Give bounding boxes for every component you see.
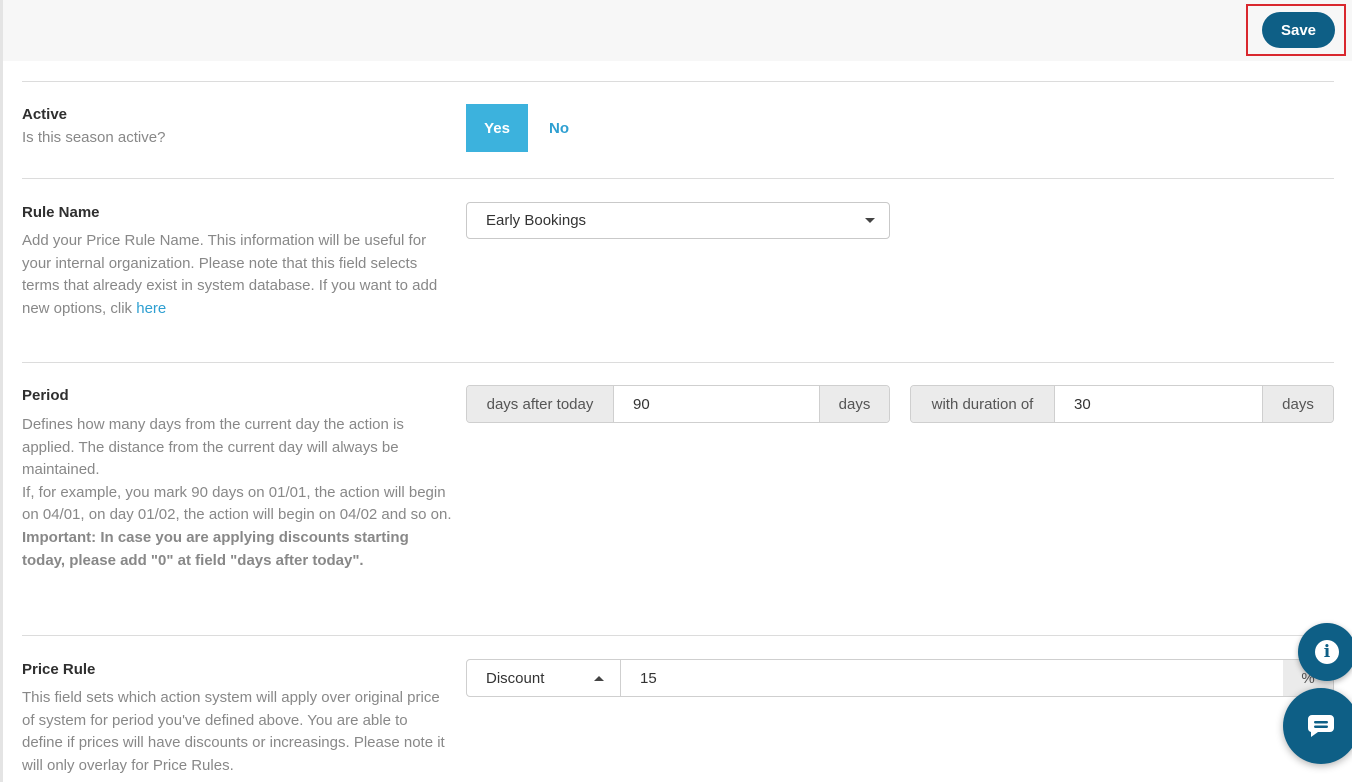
rule-name-description-text: Add your Price Rule Name. This informati… bbox=[22, 232, 438, 317]
info-button[interactable]: i bbox=[1298, 623, 1352, 681]
active-description: Is this season active? bbox=[22, 129, 166, 146]
days-after-today-suffix: days bbox=[819, 386, 889, 422]
period-description-text: Defines how many days from the current d… bbox=[22, 416, 404, 479]
active-label: Active bbox=[22, 106, 68, 123]
top-toolbar bbox=[3, 0, 1352, 61]
days-after-today-prefix: days after today bbox=[467, 386, 614, 422]
divider bbox=[22, 178, 1334, 179]
duration-input[interactable]: 30 bbox=[1055, 386, 1262, 422]
active-no-toggle[interactable]: No bbox=[530, 104, 588, 152]
add-options-link[interactable]: here bbox=[136, 300, 166, 317]
chat-icon bbox=[1307, 715, 1334, 737]
period-label: Period bbox=[22, 387, 69, 404]
days-after-today-group: days after today 90 days bbox=[466, 385, 890, 423]
info-icon: i bbox=[1315, 640, 1339, 664]
price-rule-type-value: Discount bbox=[486, 669, 545, 687]
caret-down-icon bbox=[865, 218, 875, 223]
page-left-edge bbox=[0, 0, 3, 782]
price-rule-description: This field sets which action system will… bbox=[22, 689, 445, 774]
divider bbox=[22, 81, 1334, 82]
divider bbox=[22, 362, 1334, 363]
period-example-text: If, for example, you mark 90 days on 01/… bbox=[22, 483, 452, 524]
rule-name-description: Add your Price Rule Name. This informati… bbox=[22, 230, 452, 320]
period-description: Defines how many days from the current d… bbox=[22, 414, 452, 572]
rule-name-selected-value: Early Bookings bbox=[486, 212, 587, 229]
price-rule-label: Price Rule bbox=[22, 661, 96, 678]
duration-prefix: with duration of bbox=[911, 386, 1055, 422]
rule-name-select[interactable]: Early Bookings bbox=[466, 202, 890, 239]
caret-up-icon bbox=[594, 676, 604, 681]
days-after-today-input[interactable]: 90 bbox=[614, 386, 819, 422]
period-important-note: Important: In case you are applying disc… bbox=[22, 528, 409, 569]
active-yes-toggle[interactable]: Yes bbox=[466, 104, 528, 152]
chat-button[interactable] bbox=[1283, 688, 1352, 764]
divider bbox=[22, 635, 1334, 636]
price-rule-amount-input[interactable]: 15 bbox=[620, 659, 1284, 697]
duration-group: with duration of 30 days bbox=[910, 385, 1334, 423]
save-button[interactable]: Save bbox=[1262, 12, 1335, 48]
price-rule-type-select[interactable]: Discount bbox=[466, 659, 621, 697]
rule-name-label: Rule Name bbox=[22, 204, 100, 221]
duration-suffix: days bbox=[1262, 386, 1333, 422]
